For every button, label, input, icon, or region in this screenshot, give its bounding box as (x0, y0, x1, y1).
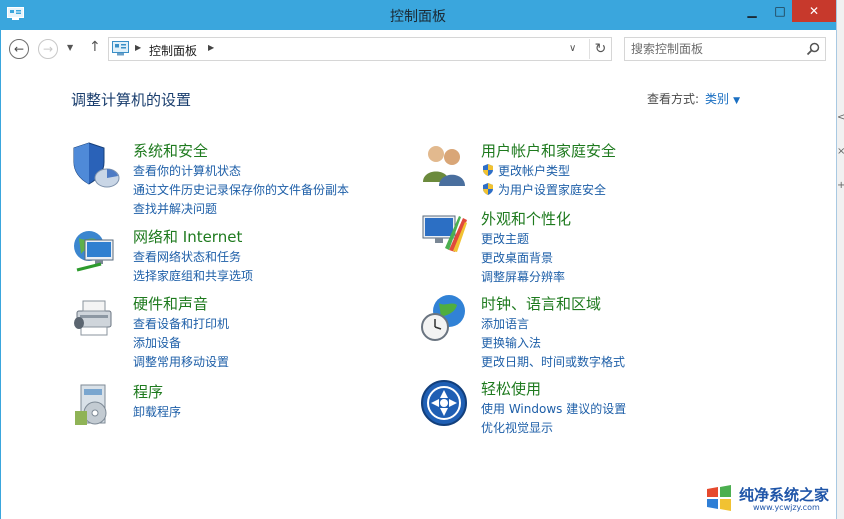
link-change-input-method[interactable]: 更换输入法 (481, 334, 625, 353)
link-uninstall-program[interactable]: 卸载程序 (133, 403, 181, 422)
uac-shield-icon (483, 164, 493, 176)
hardware-sound-icon[interactable] (71, 293, 121, 343)
view-by-value[interactable]: 类别 (705, 92, 729, 106)
recent-locations-dropdown[interactable]: ▼ (67, 43, 73, 52)
link-devices-printers[interactable]: 查看设备和打印机 (133, 315, 229, 334)
background-window-edge: < × + (836, 0, 844, 519)
link-family-safety[interactable]: 为用户设置家庭安全 (481, 181, 606, 200)
link-desktop-background[interactable]: 更改桌面背景 (481, 249, 565, 268)
clock-region-icon[interactable] (419, 293, 469, 343)
search-input[interactable] (631, 41, 801, 57)
search-box[interactable] (624, 37, 826, 61)
watermark: 纯净系统之家 www.ycwjzy.com (705, 478, 844, 519)
minimize-button[interactable]: ▁ (738, 0, 766, 22)
watermark-name: 纯净系统之家 (739, 486, 830, 504)
category-title[interactable]: 外观和个性化 (481, 208, 571, 229)
link-network-status[interactable]: 查看网络状态和任务 (133, 248, 253, 267)
breadcrumb-separator-icon[interactable]: ▶ (135, 43, 141, 52)
up-button[interactable]: ↑ (89, 39, 101, 55)
maximize-icon: □ (774, 4, 786, 18)
address-dropdown-icon[interactable]: ∨ (569, 43, 576, 54)
link-file-history[interactable]: 通过文件历史记录保存你的文件备份副本 (133, 181, 349, 200)
refresh-button[interactable]: ↻ (589, 39, 611, 59)
user-accounts-icon[interactable] (419, 140, 469, 190)
link-mobility-settings[interactable]: 调整常用移动设置 (133, 353, 229, 372)
network-internet-icon[interactable] (71, 226, 121, 276)
uac-shield-icon (483, 183, 493, 195)
category-title[interactable]: 程序 (133, 381, 163, 402)
window-title: 控制面板 (390, 9, 446, 25)
appearance-icon[interactable] (419, 208, 469, 258)
breadcrumb-control-panel[interactable]: 控制面板 (149, 42, 197, 59)
page-title: 调整计算机的设置 (71, 91, 192, 109)
view-by-selector: 查看方式: 类别 ▼ (647, 90, 740, 107)
search-icon[interactable] (805, 41, 821, 57)
system-security-icon[interactable] (71, 140, 121, 190)
back-arrow-icon: ← (13, 42, 25, 56)
link-add-language[interactable]: 添加语言 (481, 315, 625, 334)
view-by-label: 查看方式: (647, 92, 700, 106)
title-bar: 控制面板 ▁ □ ✕ (0, 0, 836, 30)
link-label: 更改帐户类型 (498, 164, 571, 178)
category-title[interactable]: 硬件和声音 (133, 293, 208, 314)
close-icon: ✕ (808, 4, 820, 18)
main-content: 调整计算机的设置 查看方式: 类别 ▼ 系统和安全 查看你的计算机状态 通过文件历史… (0, 68, 836, 519)
close-button[interactable]: ✕ (792, 0, 836, 22)
link-troubleshoot[interactable]: 查找并解决问题 (133, 200, 349, 219)
programs-icon[interactable] (71, 381, 121, 431)
category-title[interactable]: 网络和 Internet (133, 226, 242, 247)
link-view-computer-status[interactable]: 查看你的计算机状态 (133, 162, 349, 181)
minimize-icon: ▁ (747, 4, 757, 18)
maximize-button[interactable]: □ (766, 0, 794, 22)
category-title[interactable]: 用户帐户和家庭安全 (481, 140, 616, 161)
forward-button[interactable]: → (38, 39, 58, 59)
link-screen-resolution[interactable]: 调整屏幕分辨率 (481, 268, 565, 287)
link-recommended-settings[interactable]: 使用 Windows 建议的设置 (481, 400, 626, 419)
link-change-theme[interactable]: 更改主题 (481, 230, 565, 249)
edge-arrow-icon: < (837, 112, 844, 123)
link-homegroup[interactable]: 选择家庭组和共享选项 (133, 267, 253, 286)
link-optimize-visual-display[interactable]: 优化视觉显示 (481, 419, 626, 438)
view-by-dropdown-icon[interactable]: ▼ (733, 96, 740, 106)
watermark-logo-icon (707, 485, 731, 511)
navigation-bar: ← → ▼ ↑ ▶ 控制面板 ▶ ∨ ↻ (0, 30, 836, 68)
category-title[interactable]: 系统和安全 (133, 140, 208, 161)
ease-of-access-icon[interactable] (419, 378, 469, 428)
link-date-time-format[interactable]: 更改日期、时间或数字格式 (481, 353, 625, 372)
edge-close-icon: × (837, 146, 844, 157)
control-panel-icon (112, 41, 129, 56)
watermark-url: www.ycwjzy.com (753, 503, 820, 512)
link-add-device[interactable]: 添加设备 (133, 334, 229, 353)
category-title[interactable]: 时钟、语言和区域 (481, 293, 601, 314)
address-bar[interactable]: ▶ 控制面板 ▶ ∨ ↻ (108, 37, 612, 61)
link-change-account-type[interactable]: 更改帐户类型 (481, 162, 606, 181)
edge-plus-icon: + (837, 180, 844, 191)
breadcrumb-separator-icon[interactable]: ▶ (208, 43, 214, 52)
category-title[interactable]: 轻松使用 (481, 378, 541, 399)
back-button[interactable]: ← (9, 39, 29, 59)
forward-arrow-icon: → (42, 42, 54, 56)
link-label: 为用户设置家庭安全 (498, 183, 607, 197)
